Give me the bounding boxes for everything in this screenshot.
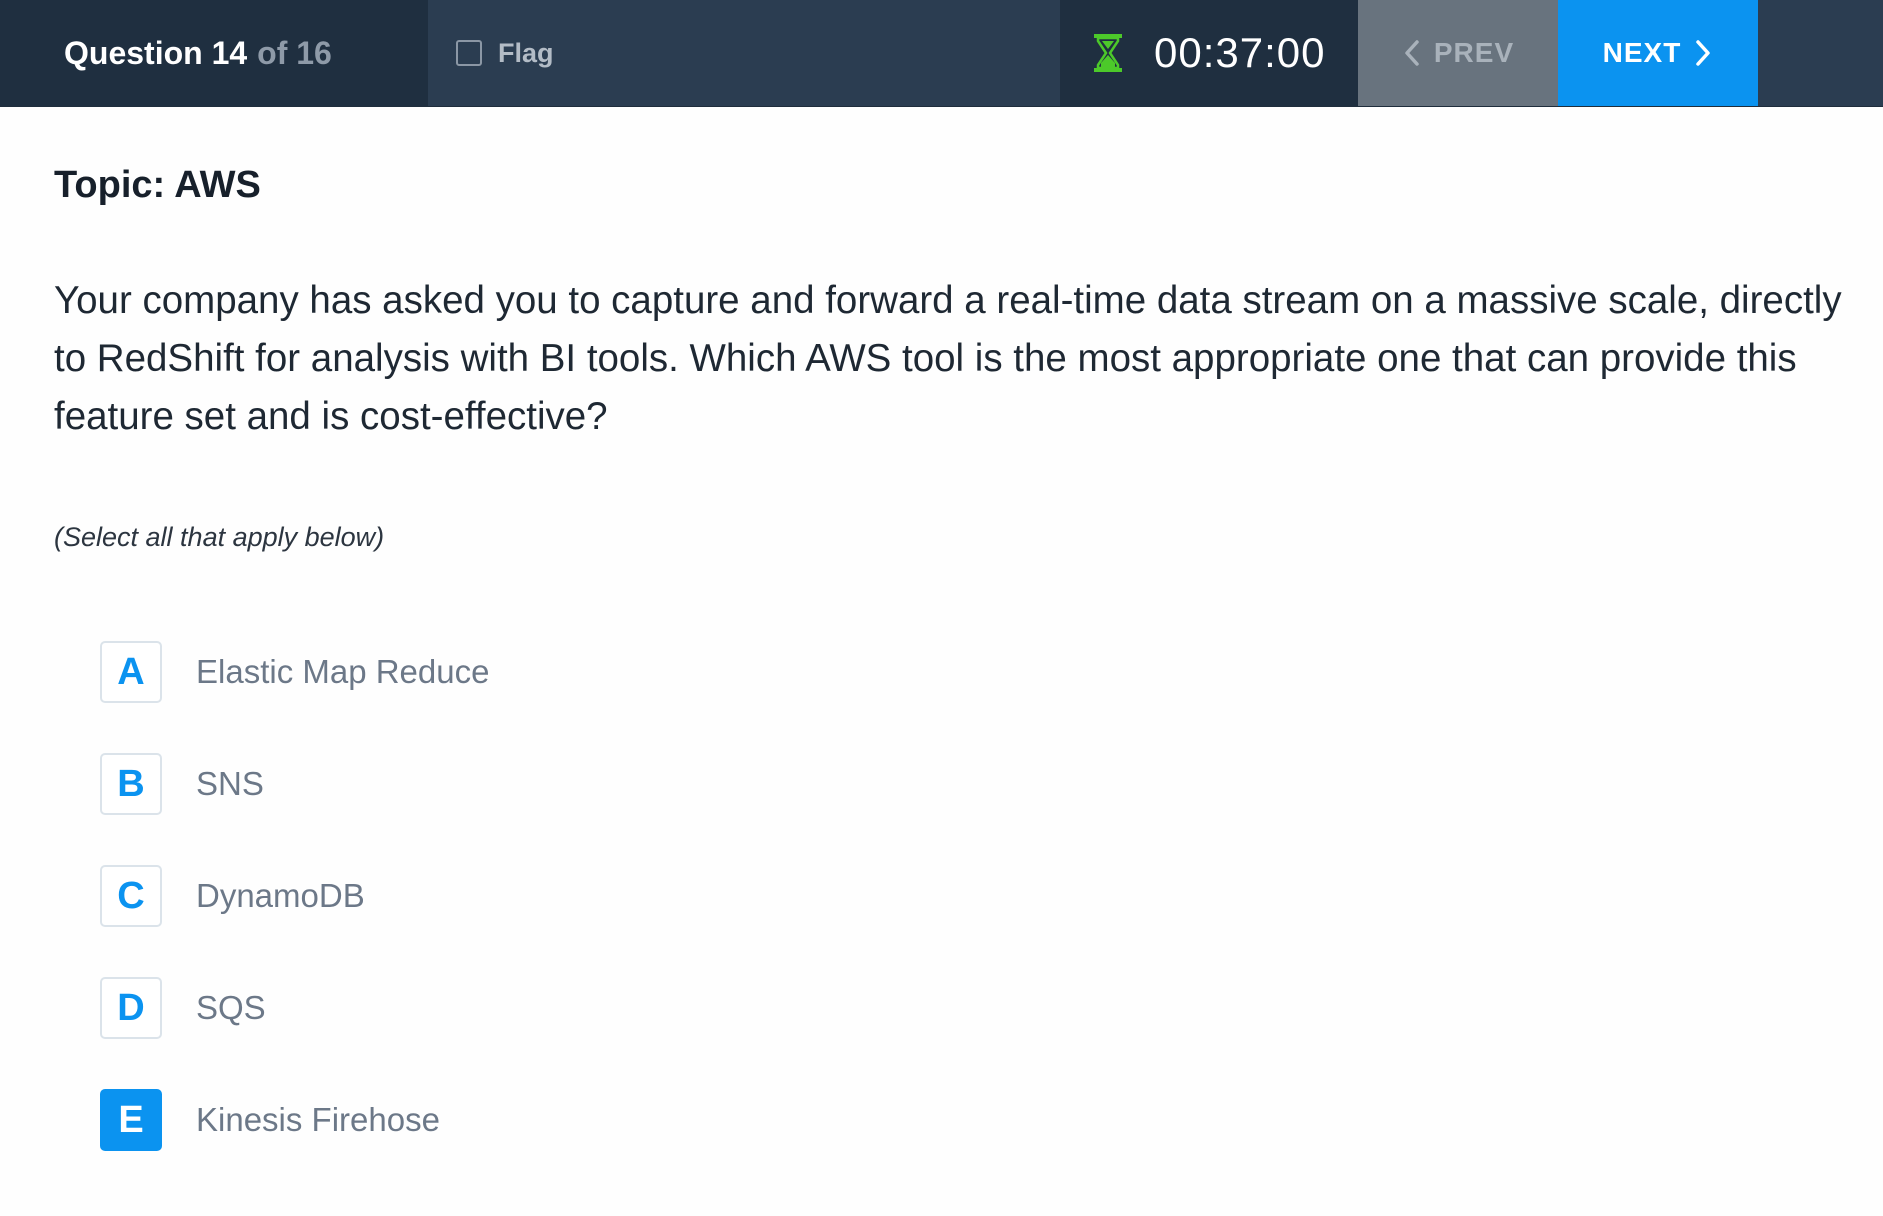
exam-header: Question 14 of 16 Flag 00:37:00 PREV NEX…	[0, 0, 1883, 107]
prev-label: PREV	[1433, 37, 1515, 68]
next-label: NEXT	[1602, 37, 1682, 68]
timer-value: 00:37:00	[1154, 29, 1326, 76]
exam-timer: 00:37:00	[1060, 0, 1358, 106]
hourglass-icon	[1094, 34, 1122, 72]
answer-list: A Elastic Map Reduce B SNS C DynamoDB D …	[100, 640, 489, 1200]
chevron-right-icon	[1696, 40, 1711, 66]
answer-option-d[interactable]: D SQS	[100, 976, 489, 1040]
answer-letter[interactable]: B	[100, 753, 162, 815]
answer-label[interactable]: Kinesis Firehose	[196, 1101, 440, 1139]
flag-checkbox[interactable]	[456, 40, 482, 66]
select-instruction: (Select all that apply below)	[54, 522, 385, 552]
question-total: of 16	[257, 34, 332, 71]
answer-label[interactable]: Elastic Map Reduce	[196, 653, 489, 691]
flag-label: Flag	[498, 37, 554, 68]
question-counter: Question 14 of 16	[0, 0, 428, 106]
answer-option-c[interactable]: C DynamoDB	[100, 864, 489, 928]
answer-label[interactable]: DynamoDB	[196, 877, 365, 915]
prev-button[interactable]: PREV	[1358, 0, 1558, 106]
next-button[interactable]: NEXT	[1558, 0, 1758, 106]
chevron-left-icon	[1405, 40, 1419, 66]
question-text: Your company has asked you to capture an…	[54, 279, 1842, 438]
answer-letter[interactable]: C	[100, 865, 162, 927]
answer-option-b[interactable]: B SNS	[100, 752, 489, 816]
answer-letter[interactable]: E	[100, 1089, 162, 1151]
answer-option-a[interactable]: A Elastic Map Reduce	[100, 640, 489, 704]
question-number: Question 14	[64, 34, 248, 71]
answer-label[interactable]: SQS	[196, 989, 266, 1027]
topic-heading: Topic: AWS	[54, 164, 261, 206]
flag-toggle[interactable]: Flag	[456, 0, 554, 106]
answer-option-e[interactable]: E Kinesis Firehose	[100, 1088, 489, 1152]
answer-letter[interactable]: D	[100, 977, 162, 1039]
answer-label[interactable]: SNS	[196, 765, 264, 803]
answer-letter[interactable]: A	[100, 641, 162, 703]
